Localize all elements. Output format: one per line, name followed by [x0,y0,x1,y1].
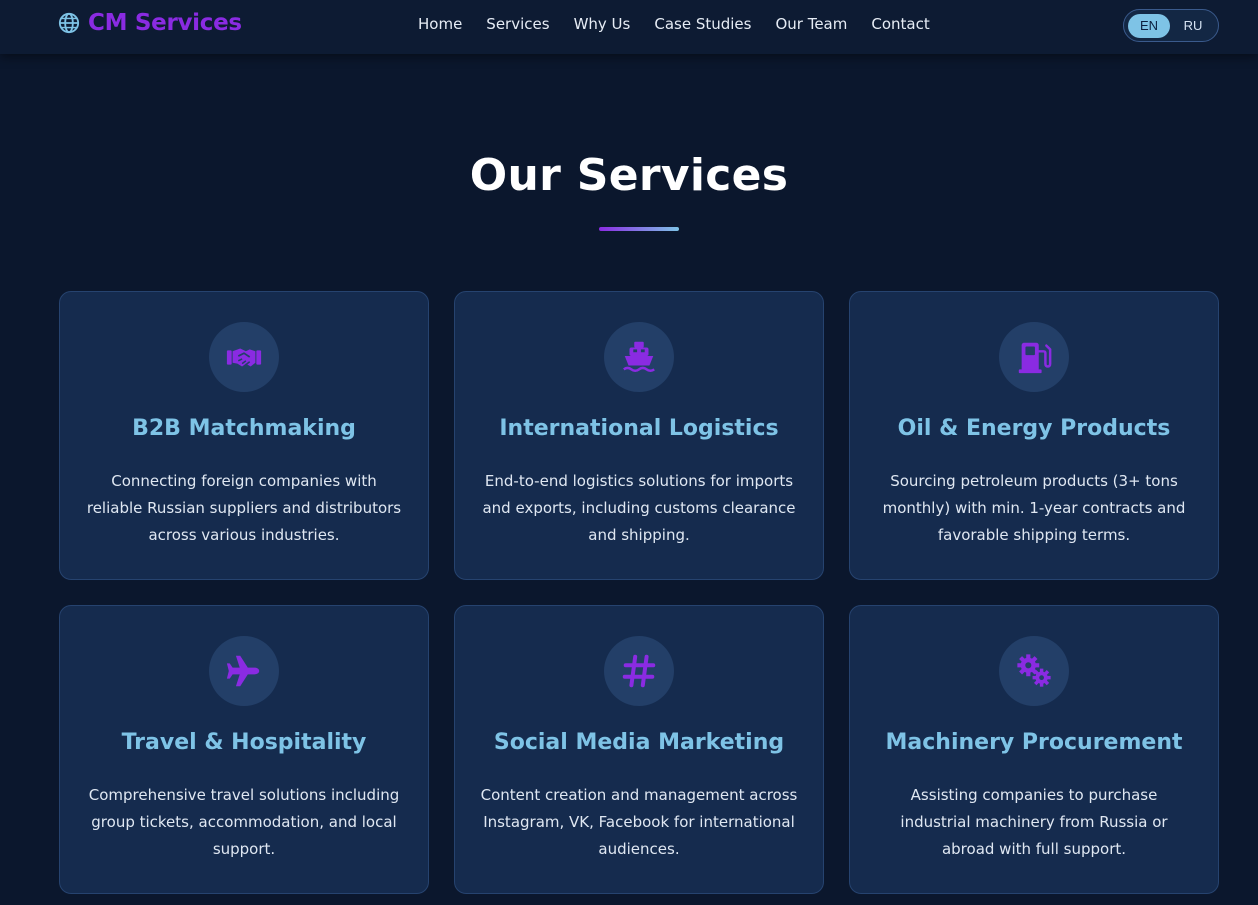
service-description: Sourcing petroleum products (3+ tons mon… [882,472,1186,544]
service-card-social-media: Social Media Marketing Content creation … [454,605,824,894]
service-title: Travel & Hospitality [121,730,367,755]
nav-link-why-us[interactable]: Why Us [574,15,631,33]
service-title: B2B Matchmaking [132,416,356,441]
service-description: End-to-end logistics solutions for impor… [482,472,796,544]
service-card-b2b: B2B Matchmaking Connecting foreign compa… [59,291,429,580]
navbar: CM Services Home Services Why Us Case St… [0,0,1258,54]
main-nav: Home Services Why Us Case Studies Our Te… [418,15,930,33]
ship-icon [604,322,674,392]
service-title: Social Media Marketing [493,730,785,755]
gas-pump-icon [999,322,1069,392]
service-card-machinery: Machinery Procurement Assisting companie… [849,605,1219,894]
nav-link-contact[interactable]: Contact [871,15,929,33]
brand-logo[interactable]: CM Services [58,10,242,36]
service-card-oil-energy: Oil & Energy Products Sourcing petroleum… [849,291,1219,580]
globe-icon [58,12,80,34]
brand-name: CM Services [88,10,242,36]
service-title: International Logistics [499,416,779,441]
service-description: Assisting companies to purchase industri… [900,786,1168,858]
nav-link-our-team[interactable]: Our Team [775,15,847,33]
section-title: Our Services [469,150,789,201]
gears-icon [999,636,1069,706]
service-description: Connecting foreign companies with reliab… [86,472,402,544]
title-underline [599,227,679,231]
service-card-logistics: International Logistics End-to-end logis… [454,291,824,580]
lang-en-button[interactable]: EN [1128,13,1170,38]
service-title: Oil & Energy Products [897,416,1171,441]
service-title: Machinery Procurement [885,730,1183,755]
language-toggle: EN RU [1123,9,1219,42]
nav-link-case-studies[interactable]: Case Studies [654,15,751,33]
handshake-icon [209,322,279,392]
hashtag-icon [604,636,674,706]
service-description: Content creation and management across I… [480,786,798,858]
service-card-travel: Travel & Hospitality Comprehensive trave… [59,605,429,894]
nav-link-services[interactable]: Services [486,15,549,33]
nav-link-home[interactable]: Home [418,15,462,33]
service-description: Comprehensive travel solutions including… [88,786,400,858]
lang-ru-button[interactable]: RU [1172,14,1214,38]
plane-icon [209,636,279,706]
